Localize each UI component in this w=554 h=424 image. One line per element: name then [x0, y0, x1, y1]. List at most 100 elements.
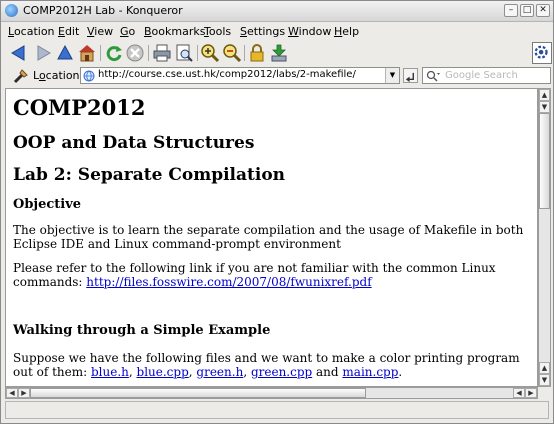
example-heading: Walking through a Simple Example: [13, 323, 271, 338]
file-link-green-h[interactable]: green.h: [196, 365, 243, 379]
scroll-down-button[interactable]: ▼: [539, 374, 550, 386]
title-bar[interactable]: COMP2012H Lab - Konqueror – □ ✕: [1, 1, 553, 22]
url-input[interactable]: http://course.cse.ust.hk/comp2012/labs/2…: [80, 67, 400, 84]
zoom-out-button[interactable]: [222, 43, 242, 63]
toolbar-separator: [244, 45, 245, 61]
menu-bookmarks[interactable]: Bookmarks: [144, 25, 205, 38]
close-button[interactable]: ✕: [536, 4, 550, 17]
up-icon: [57, 44, 73, 60]
scroll-left-button-right[interactable]: ◀: [513, 388, 525, 398]
home-button[interactable]: [77, 43, 97, 63]
location-label-mnemonic: o: [38, 69, 46, 82]
reference-paragraph: Please refer to the following link if yo…: [13, 261, 533, 289]
scroll-right-button-left[interactable]: ▶: [18, 388, 30, 398]
menu-edit-label: dit: [64, 25, 80, 38]
menu-bookmarks-label: ookmarks: [151, 25, 206, 38]
search-engine-icon: [426, 70, 440, 82]
scroll-up-button[interactable]: ▲: [539, 89, 550, 101]
download-button[interactable]: [269, 43, 289, 63]
toolbar-separator: [100, 45, 101, 61]
toolbar-separator: [197, 45, 198, 61]
file-link-green-cpp[interactable]: green.cpp: [251, 365, 312, 379]
objective-paragraph: The objective is to learn the separate c…: [13, 223, 524, 251]
search-input[interactable]: Google Search: [422, 67, 551, 84]
horizontal-scrollbar[interactable]: ◀ ▶ ◀ ▶: [5, 387, 538, 399]
unix-reference-link[interactable]: http://files.fosswire.com/2007/08/fwunix…: [86, 275, 371, 289]
arrow-up-icon: ▲: [541, 364, 548, 372]
page-globe-icon: [83, 70, 95, 82]
print-preview-button[interactable]: [174, 43, 194, 63]
menu-help-label: elp: [342, 25, 360, 38]
file-link-main-cpp[interactable]: main.cpp: [342, 365, 398, 379]
scroll-up-button-bottom[interactable]: ▲: [539, 362, 550, 374]
menu-tools-label: ools: [208, 25, 232, 38]
maximize-button[interactable]: □: [520, 4, 534, 17]
up-button[interactable]: [55, 43, 75, 63]
menu-go[interactable]: Go: [120, 25, 135, 38]
konqueror-app-icon[interactable]: [5, 4, 18, 17]
forward-button[interactable]: [33, 43, 53, 63]
example-paragraph: Suppose we have the following files and …: [13, 351, 533, 379]
horizontal-scroll-thumb[interactable]: [30, 388, 366, 398]
clear-location-button[interactable]: [12, 67, 30, 85]
download-icon: [271, 44, 287, 62]
home-icon: [79, 45, 95, 62]
location-label-end: cation:: [45, 69, 84, 82]
menu-bar: Location Edit View Go Bookmarks Tools Se…: [1, 22, 553, 41]
menu-settings-label: ettings: [246, 25, 286, 38]
main-toolbar: [1, 41, 553, 66]
forward-icon: [37, 45, 51, 61]
toolbar-separator: [148, 45, 149, 61]
url-history-dropdown[interactable]: ▼: [385, 68, 399, 83]
file-link-blue-cpp[interactable]: blue.cpp: [137, 365, 189, 379]
search-placeholder: Google Search: [445, 70, 518, 81]
menu-view[interactable]: View: [87, 25, 113, 38]
menu-bookmarks-mnemonic: B: [144, 25, 152, 38]
page-viewport[interactable]: COMP2012 OOP and Data Structures Lab 2: …: [5, 88, 538, 387]
back-button[interactable]: [9, 43, 29, 63]
page-title: COMP2012: [13, 95, 146, 120]
stop-icon: [126, 44, 144, 62]
scroll-left-button[interactable]: ◀: [6, 388, 18, 398]
go-button[interactable]: [403, 68, 418, 83]
vertical-scroll-thumb[interactable]: [539, 113, 550, 209]
separator-comma: ,: [243, 365, 251, 379]
security-button[interactable]: [247, 43, 267, 63]
menu-go-label: o: [128, 25, 136, 38]
menu-help[interactable]: Help: [334, 25, 359, 38]
menu-window[interactable]: Window: [288, 25, 331, 38]
separator-and: and: [312, 365, 343, 379]
reload-button[interactable]: [104, 43, 124, 63]
url-text: http://course.cse.ust.hk/comp2012/labs/2…: [98, 69, 356, 80]
arrow-down-icon: ▼: [541, 376, 548, 384]
arrow-down-icon: ▼: [541, 103, 548, 111]
file-link-blue-h[interactable]: blue.h: [91, 365, 129, 379]
scroll-right-button[interactable]: ▶: [525, 388, 537, 398]
minimize-button[interactable]: –: [504, 4, 518, 17]
separator-period: .: [398, 365, 403, 379]
vertical-scrollbar[interactable]: ▲ ▼ ▲ ▼: [538, 88, 551, 387]
arrow-right-icon: ▶: [21, 389, 27, 397]
lock-icon: [250, 44, 264, 62]
menu-edit-mnemonic: E: [58, 25, 65, 38]
menu-location[interactable]: Location: [8, 25, 55, 38]
zoom-in-button[interactable]: [200, 43, 220, 63]
browser-window: COMP2012H Lab - Konqueror – □ ✕ Location…: [0, 0, 554, 424]
scroll-down-button-top[interactable]: ▼: [539, 101, 550, 113]
menu-settings-mnemonic: S: [240, 25, 247, 38]
menu-view-label: iew: [94, 25, 114, 38]
menu-settings[interactable]: Settings: [240, 25, 285, 38]
print-button[interactable]: [152, 43, 172, 63]
arrow-left-icon: ◀: [516, 389, 522, 397]
maximize-icon: □: [522, 5, 532, 15]
course-heading: OOP and Data Structures: [13, 133, 255, 153]
close-icon: ✕: [539, 5, 547, 15]
clear-location-icon: [13, 69, 28, 84]
separator-comma: ,: [128, 365, 137, 379]
arrow-left-icon: ◀: [9, 389, 15, 397]
zoom-out-icon: [223, 44, 242, 63]
menu-edit[interactable]: Edit: [58, 25, 79, 38]
menu-tools[interactable]: Tools: [204, 25, 231, 38]
stop-button[interactable]: [125, 43, 145, 63]
konqueror-logo-button[interactable]: [532, 42, 552, 64]
